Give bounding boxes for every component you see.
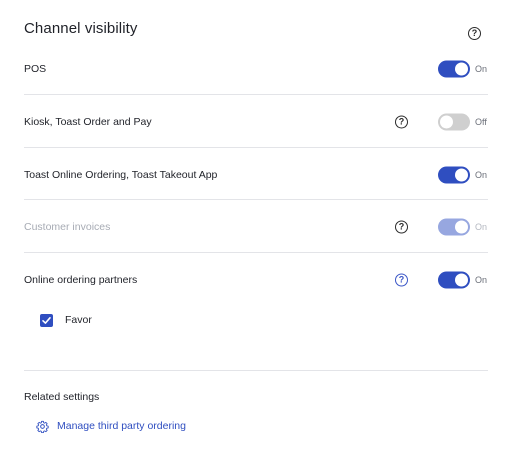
question-circle-icon[interactable]: ? — [395, 273, 408, 287]
divider — [24, 94, 488, 95]
channel-label-online-ordering: Toast Online Ordering, Toast Takeout App — [24, 169, 218, 181]
partner-checkbox-favor[interactable] — [40, 314, 53, 327]
toggle-state-pos: On — [475, 64, 488, 74]
related-settings-title: Related settings — [24, 391, 100, 403]
partner-label-favor: Favor — [65, 314, 92, 326]
toggle-state-kiosk: Off — [475, 117, 487, 127]
divider — [24, 147, 488, 148]
checkmark-icon — [42, 317, 51, 324]
channel-row-online-ordering: Toast Online Ordering, Toast Takeout App… — [24, 149, 488, 201]
channel-label-kiosk: Kiosk, Toast Order and Pay — [24, 116, 152, 128]
channel-label-online-partners: Online ordering partners — [24, 274, 138, 286]
toggle-state-customer-invoices: On — [475, 222, 488, 232]
toggle-online-ordering[interactable] — [438, 166, 470, 184]
toggle-pos[interactable] — [438, 60, 470, 78]
manage-third-party-ordering-label: Manage third party ordering — [57, 420, 186, 432]
toggle-state-online-ordering: On — [475, 170, 488, 180]
manage-third-party-ordering-link[interactable]: Manage third party ordering — [36, 418, 186, 434]
toggle-knob — [440, 115, 453, 129]
toggle-kiosk[interactable] — [438, 113, 470, 131]
divider — [24, 199, 488, 200]
channel-row-pos: POS On — [24, 43, 488, 95]
channel-row-online-partners: Online ordering partners ? On — [24, 254, 488, 306]
question-circle-icon[interactable]: ? — [395, 115, 408, 129]
channel-row-customer-invoices: Customer invoices ? On — [24, 201, 488, 253]
channel-visibility-panel: Channel visibility ? POS On Kiosk, Toast… — [24, 0, 488, 461]
toggle-knob — [455, 273, 468, 287]
gear-icon — [36, 420, 49, 433]
divider — [24, 252, 488, 253]
page-title: Channel visibility — [24, 20, 138, 37]
channel-label-pos: POS — [24, 63, 47, 75]
divider — [24, 370, 488, 371]
toggle-customer-invoices — [438, 218, 470, 236]
toggle-knob — [455, 168, 468, 182]
toggle-knob — [455, 62, 468, 76]
question-circle-icon[interactable]: ? — [395, 220, 408, 234]
toggle-online-partners[interactable] — [438, 271, 470, 289]
toggle-state-online-partners: On — [475, 275, 488, 285]
channel-row-kiosk: Kiosk, Toast Order and Pay ? Off — [24, 96, 488, 148]
question-circle-icon[interactable]: ? — [468, 27, 481, 40]
toggle-knob — [455, 220, 468, 234]
channel-label-customer-invoices: Customer invoices — [24, 221, 111, 233]
